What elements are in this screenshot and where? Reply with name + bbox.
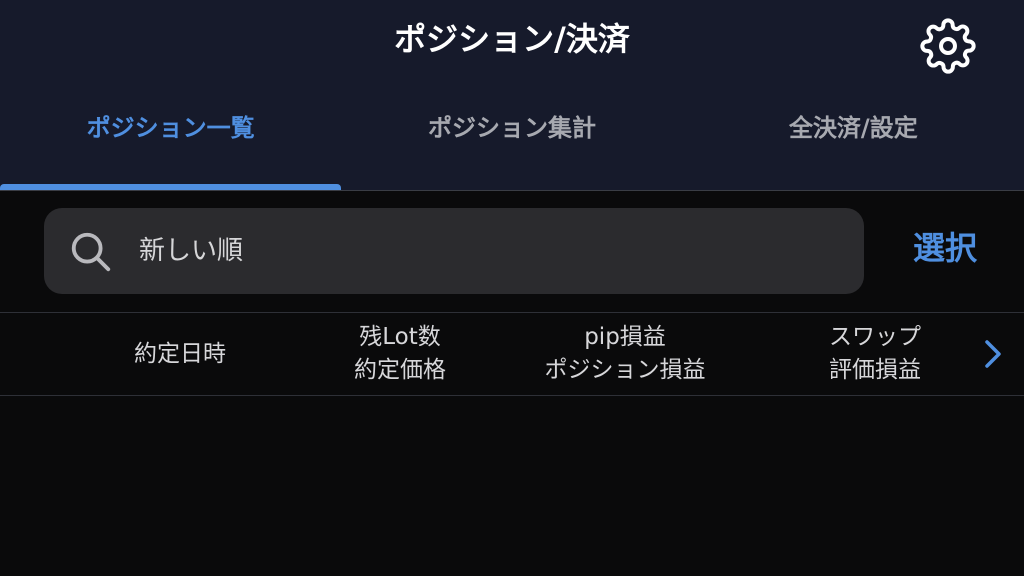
column-label: pip損益 bbox=[584, 324, 666, 350]
column-header-lot-price: 残Lot数 約定価格 bbox=[310, 313, 490, 395]
column-label: 残Lot数 bbox=[359, 324, 441, 350]
column-header-swap-valuation: スワップ 評価損益 bbox=[780, 313, 970, 395]
tab-close-all-settings[interactable]: 全決済/設定 bbox=[683, 96, 1024, 190]
column-sublabel: 約定価格 bbox=[354, 357, 446, 383]
sort-search-field[interactable]: 新しい順 bbox=[44, 208, 864, 294]
column-header-pip-pl: pip損益 ポジション損益 bbox=[520, 313, 730, 395]
page-title: ポジション/決済 bbox=[394, 20, 630, 58]
header: ポジション/決済 ポジション一覧 ポジション集計 全決済/設定 bbox=[0, 0, 1024, 190]
column-sublabel: ポジション損益 bbox=[544, 357, 706, 383]
column-sublabel: 評価損益 bbox=[829, 357, 921, 383]
app-root: ポジション/決済 ポジション一覧 ポジション集計 全決済/設定 新しい順 選択 … bbox=[0, 0, 1024, 576]
search-icon bbox=[71, 232, 111, 272]
tab-bar: ポジション一覧 ポジション集計 全決済/設定 bbox=[0, 96, 1024, 190]
column-header-row: 約定日時 残Lot数 約定価格 pip損益 ポジション損益 スワップ 評価損益 bbox=[0, 312, 1024, 396]
tab-position-list[interactable]: ポジション一覧 bbox=[0, 96, 341, 190]
tab-position-summary[interactable]: ポジション集計 bbox=[341, 96, 682, 190]
column-header-execution-time: 約定日時 bbox=[80, 313, 280, 395]
header-divider bbox=[0, 190, 1024, 191]
gear-icon[interactable] bbox=[920, 18, 976, 74]
column-label: スワップ bbox=[829, 324, 921, 350]
chevron-right-icon[interactable] bbox=[978, 334, 1008, 374]
sort-order-value: 新しい順 bbox=[139, 236, 244, 266]
column-label: 約定日時 bbox=[134, 340, 226, 367]
select-button[interactable]: 選択 bbox=[900, 208, 990, 294]
